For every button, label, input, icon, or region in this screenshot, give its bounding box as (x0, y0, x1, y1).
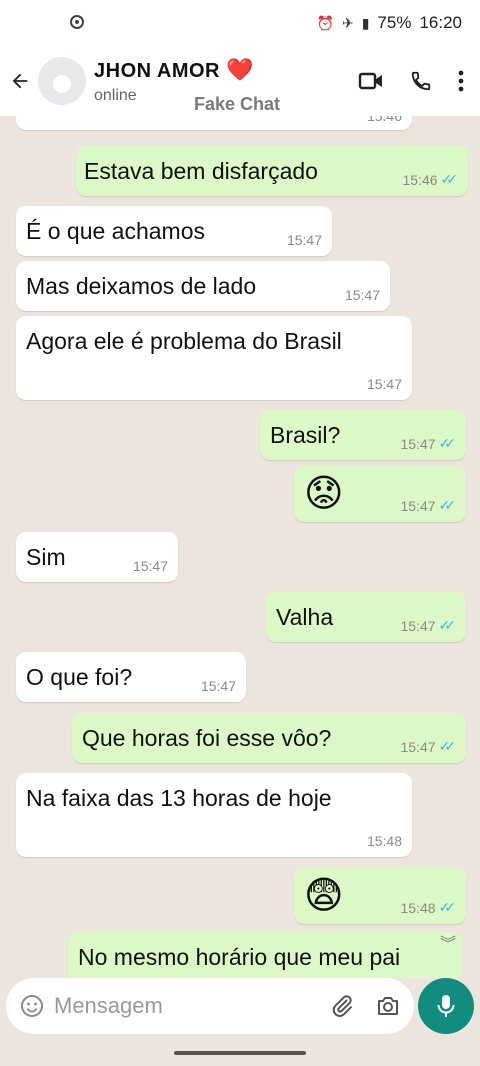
message-time: 15:47 ✓✓ (400, 738, 456, 755)
message-time: 15:47 (345, 287, 380, 303)
message-time: 15:46 (367, 116, 402, 124)
message-list[interactable]: lugar 15:46 Estava bem disfarçado 15:46✓… (0, 116, 480, 978)
scroll-to-bottom-button[interactable]: ︾ (436, 930, 460, 954)
home-gesture-handle[interactable] (174, 1051, 306, 1055)
system-nav-bar (0, 1040, 480, 1066)
message-text: Estava bem disfarçado (84, 158, 318, 184)
chat-header: JHON AMOR ❤️ online Fake Chat (0, 46, 480, 116)
message-bubble[interactable]: 😟 15:47 ✓✓ (294, 466, 466, 522)
anxious-face-emoji: 😨 (304, 875, 344, 917)
phone-icon (411, 71, 431, 91)
message-time: 15:47 (133, 558, 168, 574)
message-input[interactable]: Mensagem (54, 993, 163, 1019)
message-time: 15:47 ✓✓ (400, 617, 456, 634)
message-time: 15:46 ✓✓ (402, 171, 458, 188)
time-text: 15:46 (366, 116, 402, 124)
message-time: 15:48 (367, 833, 402, 849)
time-text: 15:48 (366, 833, 402, 849)
message-time: 15:47 ✓✓ (400, 435, 456, 452)
message-text: Mas deixamos de lado (26, 273, 257, 299)
message-bubble[interactable]: 😨 15:48 ✓✓ (294, 868, 466, 924)
time-text: 15:47 (132, 558, 168, 574)
message-time: 15:47 (287, 232, 322, 248)
message-text: lugar (26, 116, 77, 117)
emoji-icon[interactable] (20, 994, 44, 1018)
time-text: 15:47 (400, 497, 436, 514)
contact-name: JHON AMOR ❤️ (94, 57, 254, 83)
screen-record-icon (70, 15, 84, 29)
message-text: Que horas foi esse vôo? (82, 725, 332, 751)
back-button[interactable] (0, 46, 40, 116)
message-bubble[interactable]: Na faixa das 13 horas de hoje 15:48 (16, 773, 412, 857)
worried-face-emoji: 😟 (304, 473, 344, 515)
message-time: 15:47 ✓✓ (400, 497, 456, 514)
message-text: Agora ele é problema do Brasil (26, 328, 342, 354)
airplane-mode-icon: ✈ (341, 14, 354, 31)
time-text: 15:47 (400, 738, 436, 755)
message-bubble[interactable]: lugar 15:46 (16, 116, 412, 130)
message-bubble[interactable]: Brasil? 15:47 ✓✓ (260, 410, 466, 460)
microphone-icon (437, 995, 455, 1017)
message-bubble[interactable]: Valha 15:47 ✓✓ (266, 592, 466, 642)
time-text: 15:47 (400, 617, 436, 634)
message-text: Sim (26, 544, 66, 570)
composer-tools (330, 994, 400, 1018)
status-bar: ⏰ ✈ ▮ 75% 16:20 (0, 0, 480, 46)
read-ticks-icon: ✓✓ (438, 738, 457, 754)
time-text: 15:47 (400, 435, 436, 452)
message-bubble[interactable]: Agora ele é problema do Brasil 15:47 (16, 316, 412, 400)
message-composer[interactable]: Mensagem (6, 978, 414, 1034)
read-ticks-icon: ✓✓ (438, 435, 457, 451)
header-actions (358, 70, 480, 92)
message-bubble[interactable]: Sim 15:47 (16, 532, 178, 582)
message-time: 15:48 ✓✓ (400, 899, 456, 916)
paperclip-icon[interactable] (330, 994, 354, 1018)
voice-call-button[interactable] (410, 70, 432, 92)
clock: 16:20 (419, 13, 462, 32)
video-call-icon (358, 72, 382, 90)
message-bubble[interactable]: No mesmo horário que meu pai (68, 932, 462, 978)
message-text: No mesmo horário que meu pai (78, 944, 401, 970)
more-vertical-icon (458, 70, 464, 92)
message-text: Brasil? (270, 422, 341, 448)
arrow-left-icon (12, 73, 28, 89)
watermark: Fake Chat (194, 94, 281, 114)
message-text: Na faixa das 13 horas de hoje (26, 785, 332, 811)
read-ticks-icon: ✓✓ (438, 617, 457, 633)
battery-percent: 75% (377, 13, 412, 32)
time-text: 15:47 (344, 287, 380, 303)
message-bubble[interactable]: Estava bem disfarçado 15:46 ✓✓ (76, 146, 468, 196)
message-bubble[interactable]: Que horas foi esse vôo? 15:47 ✓✓ (72, 713, 466, 763)
message-text: O que foi? (26, 664, 133, 690)
voice-message-button[interactable] (418, 978, 474, 1034)
more-options-button[interactable] (458, 70, 464, 92)
video-call-button[interactable] (358, 70, 384, 92)
double-chevron-down-icon: ︾ (439, 936, 456, 953)
time-text: 15:47 (200, 678, 236, 694)
message-time: 15:47 (201, 678, 236, 694)
message-text: É o que achamos (26, 218, 206, 244)
time-text: 15:48 (400, 899, 436, 916)
message-bubble[interactable]: O que foi? 15:47 (16, 652, 246, 702)
read-ticks-icon: ✓✓ (438, 899, 457, 915)
avatar[interactable] (38, 57, 86, 105)
status-indicators: ⏰ ✈ ▮ 75% 16:20 (317, 13, 462, 33)
battery-icon: ▮ (361, 14, 370, 31)
message-bubble[interactable]: Mas deixamos de lado 15:47 (16, 261, 390, 311)
message-text: Valha (276, 604, 334, 630)
alarm-icon: ⏰ (316, 14, 334, 31)
time-text: 15:47 (286, 232, 322, 248)
read-ticks-icon: ✓✓ (438, 497, 457, 513)
read-ticks-icon: ✓✓ (440, 171, 459, 187)
contact-name-text: JHON AMOR (94, 60, 220, 82)
heart-icon: ❤️ (226, 57, 254, 82)
time-text: 15:47 (366, 376, 402, 392)
time-text: 15:46 (402, 171, 438, 188)
message-time: 15:47 (367, 376, 402, 392)
camera-icon[interactable] (376, 995, 400, 1017)
message-bubble[interactable]: É o que achamos 15:47 (16, 206, 332, 256)
